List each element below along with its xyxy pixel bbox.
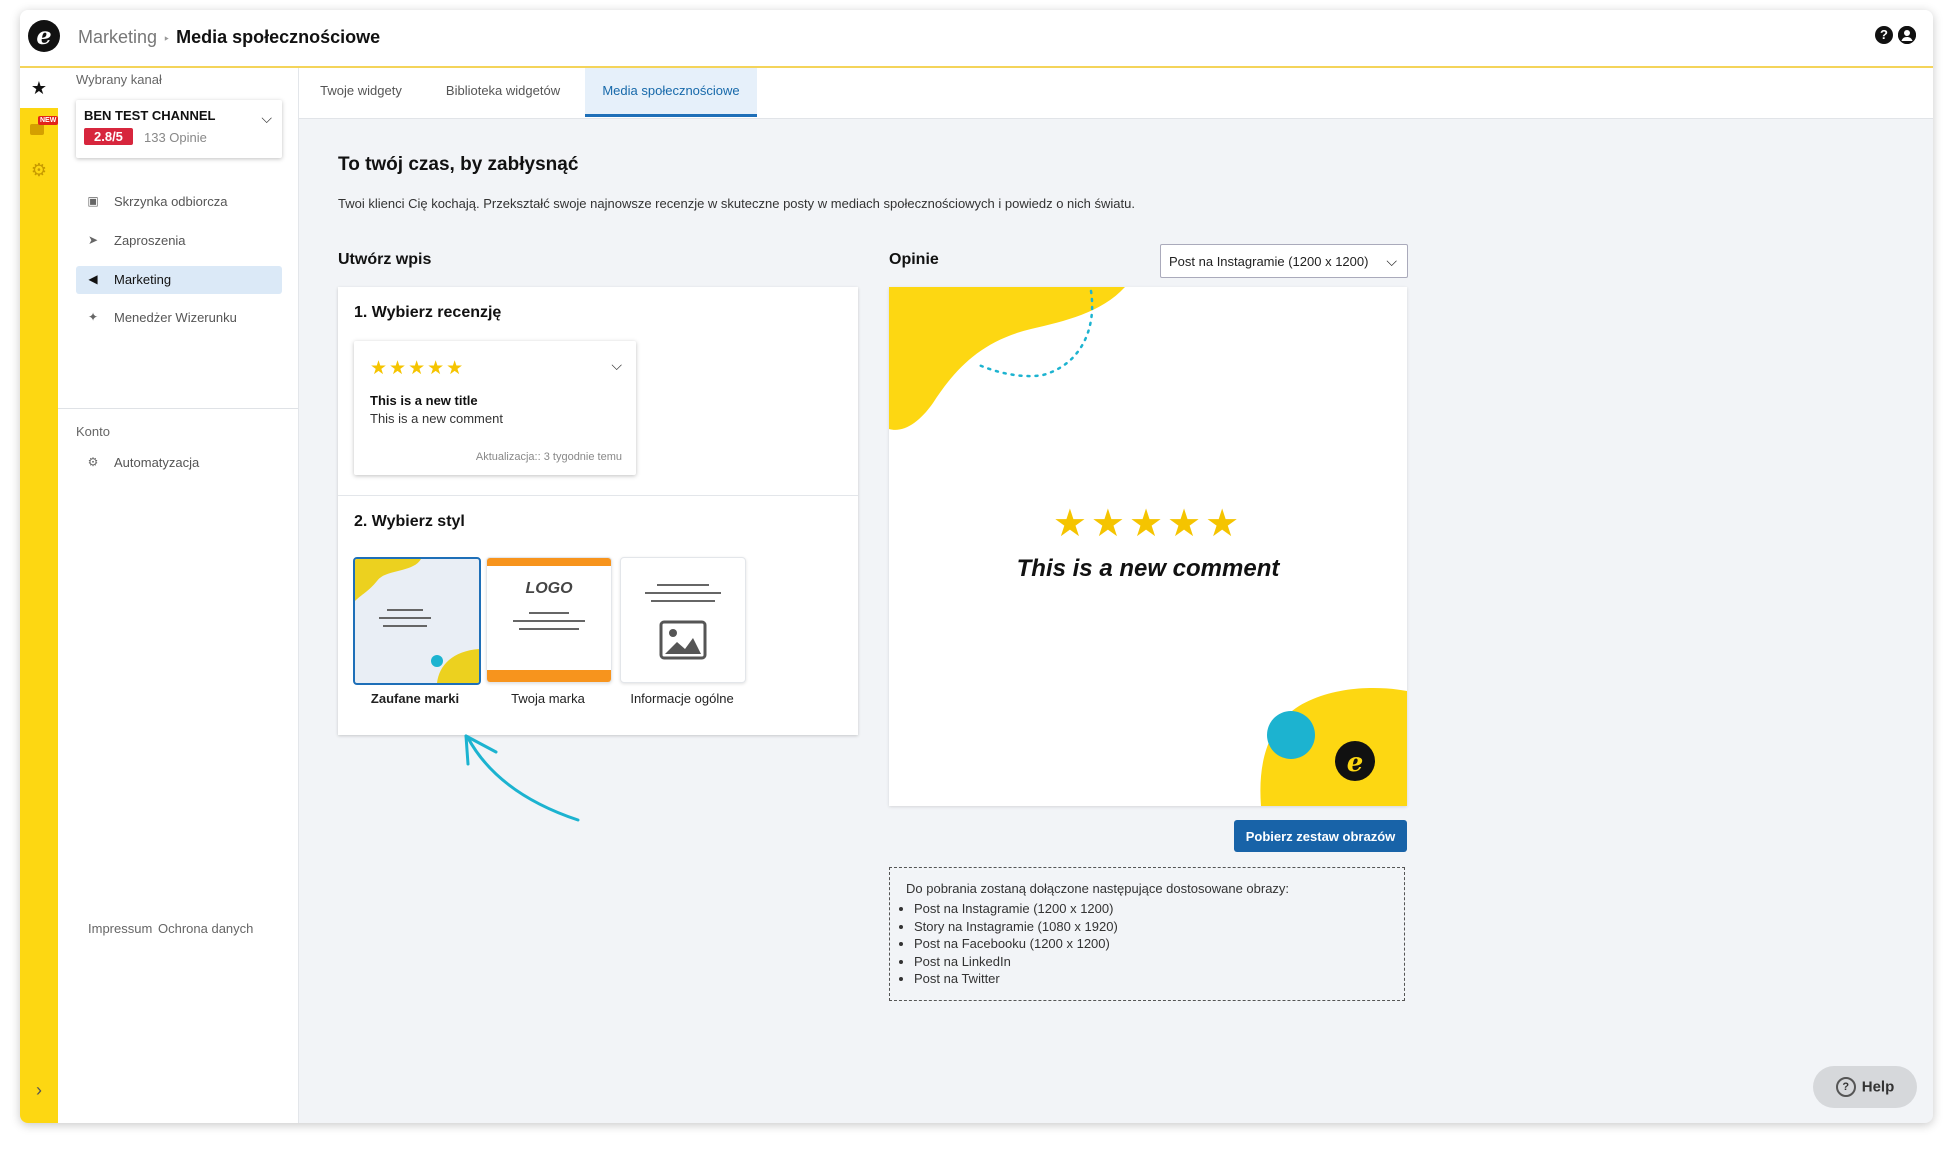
style-option-trusted-brands[interactable] xyxy=(353,557,481,685)
arrow-annotation-icon xyxy=(464,734,580,822)
help-icon[interactable]: ? xyxy=(1875,26,1893,44)
style-option-your-brand[interactable]: LOGO xyxy=(486,557,612,683)
review-comment: This is a new comment xyxy=(370,411,503,426)
preview-comment: This is a new comment xyxy=(1016,555,1280,582)
tab-your-widgets[interactable]: Twoje widgety xyxy=(299,68,423,114)
svg-text:e: e xyxy=(1347,748,1364,778)
sparkle-icon: ✦ xyxy=(87,310,99,324)
style-option-general-info[interactable] xyxy=(620,557,746,683)
sidebar-item-label: Marketing xyxy=(114,272,172,287)
gears-icon: ⚙ xyxy=(87,455,99,469)
style-label-trusted-brands: Zaufane marki xyxy=(370,691,460,706)
page-description: Twoi klienci Cię kochają. Przekształć sw… xyxy=(338,196,1135,211)
tab-widget-library[interactable]: Biblioteka widgetów xyxy=(423,68,583,114)
review-updated: Aktualizacja:: 3 tygodnie temu xyxy=(475,451,622,463)
account-icon[interactable] xyxy=(1898,26,1916,44)
sidebar-divider xyxy=(58,408,298,409)
rating-badge: 2.8/5 xyxy=(84,128,133,145)
preview-decoration: e xyxy=(889,287,1407,806)
chevron-down-icon: ⌵ xyxy=(261,110,272,126)
send-icon: ➤ xyxy=(87,233,99,247)
inbox-icon: ▣ xyxy=(87,194,99,208)
style-label-general-info: Informacje ogólne xyxy=(630,691,734,706)
download-images-button[interactable]: Pobierz zestaw obrazów xyxy=(1234,820,1407,852)
new-badge: NEW xyxy=(38,116,59,125)
sidebar-item-label: Automatyzacja xyxy=(114,455,200,470)
chart-icon[interactable] xyxy=(30,124,44,135)
create-post-card: 1. Wybierz recenzję ★★★★★ This is a new … xyxy=(338,287,858,735)
list-item: Post na Facebooku (1200 x 1200) xyxy=(914,935,1118,953)
question-circle-icon: ? xyxy=(1835,1077,1856,1097)
help-button[interactable]: ? Help xyxy=(1813,1066,1917,1108)
chevron-down-icon: ⌵ xyxy=(611,357,622,373)
text-line xyxy=(513,620,585,622)
help-label: Help xyxy=(1861,1078,1895,1096)
preview-stars: ★★★★★ xyxy=(1052,503,1244,545)
list-item: Post na LinkedIn xyxy=(914,953,1118,971)
sidebar-item-label: Zaproszenia xyxy=(114,233,186,248)
text-line xyxy=(657,584,709,586)
preview-heading: Opinie xyxy=(889,251,939,268)
sidebar-item-invitations[interactable]: ➤ Zaproszenia xyxy=(76,227,282,255)
review-count: 133 Opinie xyxy=(144,130,207,145)
sidebar-item-label: Skrzynka odbiorcza xyxy=(114,194,228,209)
create-post-heading: Utwórz wpis xyxy=(338,251,432,268)
gear-icon[interactable]: ⚙ xyxy=(20,160,58,181)
list-item: Story na Instagramie (1080 x 1920) xyxy=(914,918,1118,936)
review-stars: ★★★★★ xyxy=(370,358,466,379)
breadcrumb-separator: ‣ xyxy=(163,32,171,46)
app-window: e Marketing ‣ Media społecznościowe ? ★ NE… xyxy=(20,10,1933,1123)
download-info-box: Do pobrania zostaną dołączone następując… xyxy=(889,867,1405,1001)
card-divider xyxy=(338,495,858,496)
trusted-brands-thumbnail-icon xyxy=(355,559,479,683)
list-item: Post na Twitter xyxy=(914,970,1118,988)
style-label-your-brand: Twoja marka xyxy=(511,691,585,706)
app-rail: ★ NEW ⚙ › xyxy=(20,68,59,1123)
review-title: This is a new title xyxy=(370,393,478,408)
step1-heading: 1. Wybierz recenzję xyxy=(354,304,502,321)
channel-name: BEN TEST CHANNEL xyxy=(84,108,216,123)
sidebar-item-marketing[interactable]: ◀ Marketing xyxy=(76,266,282,294)
logo-placeholder: LOGO xyxy=(525,580,573,597)
text-line xyxy=(529,612,569,614)
sidebar: Wybrany kanał BEN TEST CHANNEL 2.8/5 133… xyxy=(58,68,299,1123)
impressum-link[interactable]: Impressum xyxy=(88,921,152,936)
megaphone-icon: ◀ xyxy=(88,272,98,286)
step2-heading: 2. Wybierz styl xyxy=(354,513,465,530)
star-icon[interactable]: ★ xyxy=(20,68,58,108)
trusted-shops-logo[interactable]: e xyxy=(28,20,60,52)
social-post-preview: e ★★★★★ This is a new comment xyxy=(889,287,1407,806)
text-line xyxy=(651,600,715,602)
account-section-label: Konto xyxy=(76,424,110,439)
breadcrumb-current: Media społecznościowe xyxy=(176,27,381,47)
sidebar-item-label: Menedżer Wizerunku xyxy=(114,310,237,325)
top-header: e Marketing ‣ Media społecznościowe ? xyxy=(20,10,1933,68)
channel-select[interactable]: BEN TEST CHANNEL 2.8/5 133 Opinie ⌵ xyxy=(76,100,282,158)
channel-label: Wybrany kanał xyxy=(76,72,162,87)
tab-bar: Twoje widgety Biblioteka widgetów Media … xyxy=(299,68,1933,119)
sidebar-item-inbox[interactable]: ▣ Skrzynka odbiorcza xyxy=(76,188,282,216)
privacy-link[interactable]: Ochrona danych xyxy=(158,921,253,936)
brand-bottom-bar xyxy=(487,670,611,682)
list-item: Post na Instagramie (1200 x 1200) xyxy=(914,900,1118,918)
format-select[interactable]: Post na Instagramie (1200 x 1200) ⌵ xyxy=(1160,244,1408,278)
sidebar-item-automation[interactable]: ⚙ Automatyzacja xyxy=(76,449,282,477)
person-icon xyxy=(1898,26,1916,44)
expand-chevron-icon[interactable]: › xyxy=(20,1080,58,1101)
sidebar-item-image-manager[interactable]: ✦ Menedżer Wizerunku xyxy=(76,304,282,332)
text-line xyxy=(519,628,579,630)
info-list: Post na Instagramie (1200 x 1200) Story … xyxy=(896,900,1118,988)
tab-social-media[interactable]: Media społecznościowe xyxy=(585,68,757,117)
page-title: To twój czas, by zabłysnąć xyxy=(338,154,579,175)
format-select-value: Post na Instagramie (1200 x 1200) xyxy=(1169,254,1369,269)
text-line xyxy=(645,592,721,594)
chevron-down-icon: ⌵ xyxy=(1386,253,1397,269)
review-select[interactable]: ★★★★★ This is a new title This is a new … xyxy=(354,341,636,475)
breadcrumb: Marketing ‣ Media społecznościowe xyxy=(78,27,380,48)
breadcrumb-parent[interactable]: Marketing xyxy=(78,27,157,47)
info-intro: Do pobrania zostaną dołączone następując… xyxy=(906,881,1290,896)
image-icon xyxy=(659,620,707,660)
brand-top-bar xyxy=(487,558,611,566)
